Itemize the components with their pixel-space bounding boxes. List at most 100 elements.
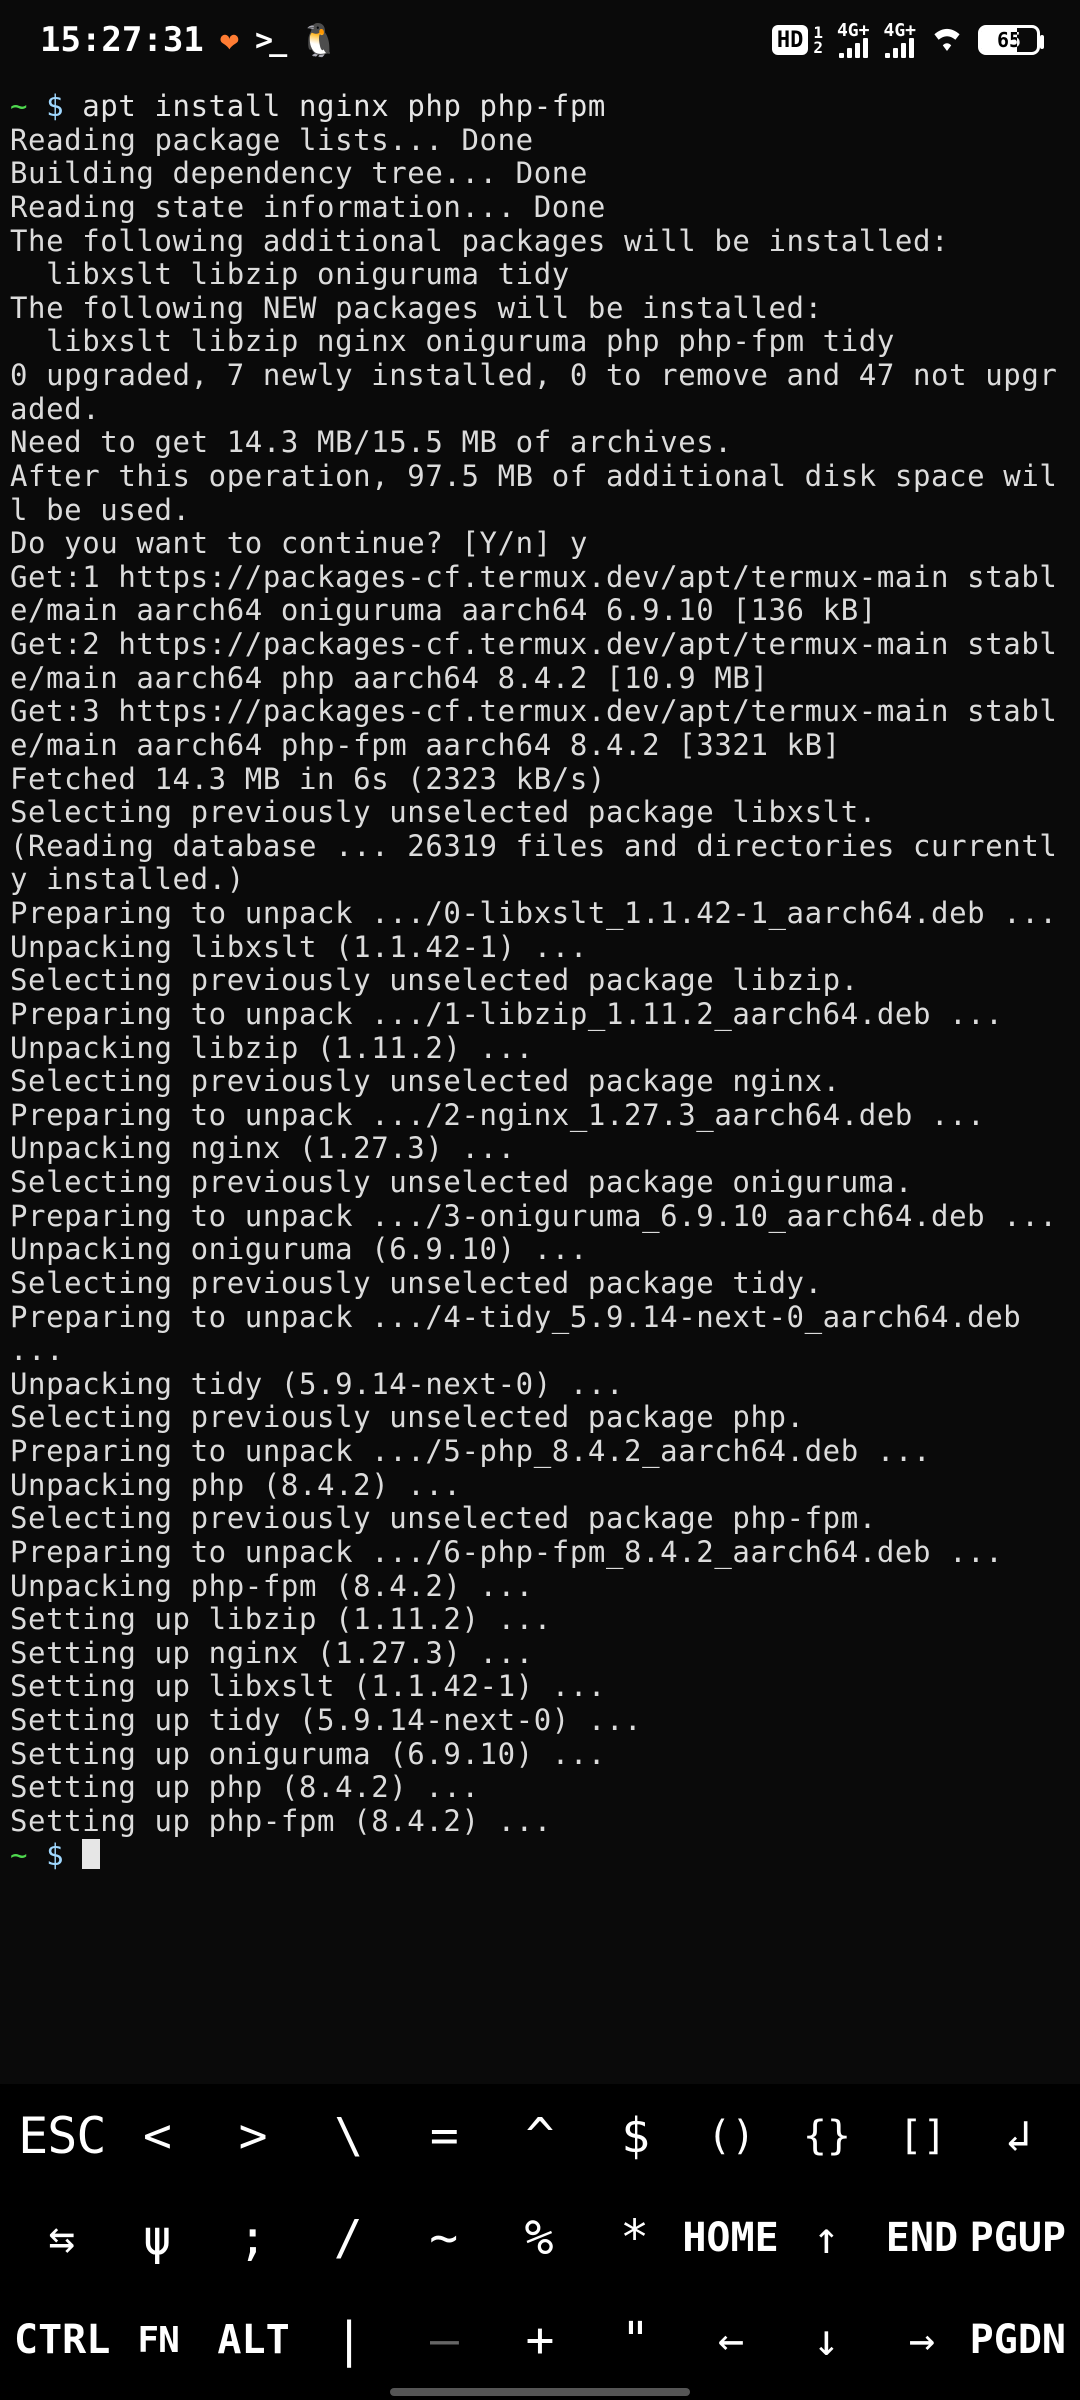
- output-line: After this operation, 97.5 MB of additio…: [10, 459, 1057, 527]
- output-line: Selecting previously unselected package …: [10, 1400, 805, 1434]
- hd-indicator: HD 12: [772, 25, 823, 55]
- prompt-dollar: $: [28, 89, 82, 123]
- output-line: Preparing to unpack .../2-nginx_1.27.3_a…: [10, 1098, 985, 1132]
- key-brackets[interactable]: []: [875, 2098, 971, 2174]
- status-bar: 15:27:31 ❤ >_ 🐧 HD 12 4G+ 4G+ 65: [0, 0, 1080, 80]
- signal-2: 4G+: [883, 22, 916, 58]
- command-text: apt install nginx php php-fpm: [82, 89, 606, 123]
- output-line: Selecting previously unselected package …: [10, 1501, 877, 1535]
- output-line: Selecting previously unselected package …: [10, 795, 877, 829]
- output-line: Preparing to unpack .../0-libxslt_1.1.42…: [10, 896, 1057, 930]
- key-plus[interactable]: +: [492, 2302, 587, 2378]
- key-tilde[interactable]: ~: [396, 2200, 491, 2276]
- output-line: Setting up php (8.4.2) ...: [10, 1770, 480, 1804]
- qq-icon: 🐧: [299, 21, 339, 59]
- signal-1: 4G+: [837, 22, 870, 58]
- output-line: The following NEW packages will be insta…: [10, 291, 823, 325]
- extra-keys-panel: ESC < > \ = ^ $ () {} [] ↲ ⇆ ψ ; / ~ % *…: [0, 2084, 1080, 2400]
- output-line: Setting up php-fpm (8.4.2) ...: [10, 1804, 552, 1838]
- key-backslash[interactable]: \: [301, 2098, 397, 2174]
- output-line: Get:1 https://packages-cf.termux.dev/apt…: [10, 560, 1057, 628]
- output-line: Setting up libzip (1.11.2) ...: [10, 1602, 552, 1636]
- key-esc[interactable]: ESC: [14, 2098, 110, 2174]
- output-line: Get:3 https://packages-cf.termux.dev/apt…: [10, 694, 1057, 762]
- key-braces[interactable]: {}: [779, 2098, 875, 2174]
- output-line: Unpacking oniguruma (6.9.10) ...: [10, 1232, 588, 1266]
- output-line: Unpacking libzip (1.11.2) ...: [10, 1031, 534, 1065]
- key-row-2: ⇆ ψ ; / ~ % * HOME ↑ END PGUP: [14, 2200, 1066, 2276]
- output-line: Do you want to continue? [Y/n] y: [10, 526, 588, 560]
- key-row-3: CTRL FN ALT | — + " ← ↓ → PGDN: [14, 2302, 1066, 2378]
- key-less-than[interactable]: <: [110, 2098, 206, 2174]
- output-line: The following additional packages will b…: [10, 224, 949, 258]
- output-line: Building dependency tree... Done: [10, 156, 588, 190]
- output-line: Preparing to unpack .../4-tidy_5.9.14-ne…: [10, 1300, 1039, 1368]
- key-slash[interactable]: /: [300, 2200, 395, 2276]
- status-right: HD 12 4G+ 4G+ 65: [772, 20, 1040, 60]
- key-row-1: ESC < > \ = ^ $ () {} [] ↲: [14, 2098, 1066, 2174]
- key-psi[interactable]: ψ: [109, 2200, 204, 2276]
- key-arrow-left[interactable]: ←: [683, 2302, 778, 2378]
- output-line: libxslt libzip oniguruma tidy: [10, 257, 570, 291]
- key-greater-than[interactable]: >: [205, 2098, 301, 2174]
- output-line: Fetched 14.3 MB in 6s (2323 kB/s): [10, 762, 606, 796]
- terminal-icon: >_: [255, 23, 283, 58]
- key-parens[interactable]: (): [683, 2098, 779, 2174]
- status-left: 15:27:31 ❤ >_ 🐧: [40, 20, 339, 60]
- key-asterisk[interactable]: *: [587, 2200, 682, 2276]
- wifi-icon: [930, 20, 964, 60]
- battery-indicator: 65: [978, 25, 1040, 55]
- key-percent[interactable]: %: [491, 2200, 586, 2276]
- output-line: Reading package lists... Done: [10, 123, 534, 157]
- output-line: Setting up tidy (5.9.14-next-0) ...: [10, 1703, 642, 1737]
- key-ctrl[interactable]: CTRL: [14, 2302, 110, 2378]
- output-line: Setting up nginx (1.27.3) ...: [10, 1636, 534, 1670]
- key-quote[interactable]: ": [588, 2302, 683, 2378]
- output-line: Setting up oniguruma (6.9.10) ...: [10, 1737, 606, 1771]
- key-pgup[interactable]: PGUP: [970, 2200, 1066, 2276]
- key-enter[interactable]: ↲: [970, 2098, 1066, 2174]
- cursor: [82, 1839, 100, 1869]
- key-equals[interactable]: =: [397, 2098, 493, 2174]
- terminal-output[interactable]: ~ $ apt install nginx php php-fpm Readin…: [0, 80, 1080, 1872]
- key-dash[interactable]: —: [397, 2302, 492, 2378]
- key-arrow-down[interactable]: ↓: [779, 2302, 874, 2378]
- output-line: Selecting previously unselected package …: [10, 1064, 841, 1098]
- key-pgdn[interactable]: PGDN: [970, 2302, 1066, 2378]
- prompt-tilde: ~: [10, 89, 28, 123]
- output-line: Need to get 14.3 MB/15.5 MB of archives.: [10, 425, 732, 459]
- output-line: Unpacking tidy (5.9.14-next-0) ...: [10, 1367, 624, 1401]
- key-arrow-up[interactable]: ↑: [779, 2200, 874, 2276]
- key-end[interactable]: END: [874, 2200, 969, 2276]
- key-arrow-right[interactable]: →: [874, 2302, 969, 2378]
- heart-icon: ❤: [220, 21, 239, 59]
- key-semicolon[interactable]: ;: [205, 2200, 300, 2276]
- output-line: Unpacking libxslt (1.1.42-1) ...: [10, 930, 588, 964]
- output-line: Unpacking php-fpm (8.4.2) ...: [10, 1569, 534, 1603]
- output-line: Preparing to unpack .../6-php-fpm_8.4.2_…: [10, 1535, 1003, 1569]
- output-line: Unpacking php (8.4.2) ...: [10, 1468, 462, 1502]
- key-dollar[interactable]: $: [588, 2098, 684, 2174]
- key-tab[interactable]: ⇆: [14, 2200, 109, 2276]
- output-line: Selecting previously unselected package …: [10, 1266, 823, 1300]
- key-pipe[interactable]: |: [301, 2302, 396, 2378]
- key-fn[interactable]: FN: [110, 2302, 205, 2378]
- output-line: Reading state information... Done: [10, 190, 606, 224]
- prompt-dollar: $: [28, 1838, 82, 1872]
- key-alt[interactable]: ALT: [206, 2302, 301, 2378]
- output-line: Preparing to unpack .../1-libzip_1.11.2_…: [10, 997, 1003, 1031]
- clock: 15:27:31: [40, 20, 204, 60]
- output-line: Unpacking nginx (1.27.3) ...: [10, 1131, 516, 1165]
- output-line: 0 upgraded, 7 newly installed, 0 to remo…: [10, 358, 1057, 426]
- output-line: Selecting previously unselected package …: [10, 963, 859, 997]
- output-line: Preparing to unpack .../3-oniguruma_6.9.…: [10, 1199, 1057, 1233]
- output-line: (Reading database ... 26319 files and di…: [10, 829, 1057, 897]
- home-indicator[interactable]: [390, 2388, 690, 2396]
- prompt-tilde: ~: [10, 1838, 28, 1872]
- output-line: Selecting previously unselected package …: [10, 1165, 913, 1199]
- key-caret[interactable]: ^: [492, 2098, 588, 2174]
- key-home[interactable]: HOME: [682, 2200, 778, 2276]
- output-line: Get:2 https://packages-cf.termux.dev/apt…: [10, 627, 1057, 695]
- output-line: Preparing to unpack .../5-php_8.4.2_aarc…: [10, 1434, 931, 1468]
- output-line: Setting up libxslt (1.1.42-1) ...: [10, 1669, 606, 1703]
